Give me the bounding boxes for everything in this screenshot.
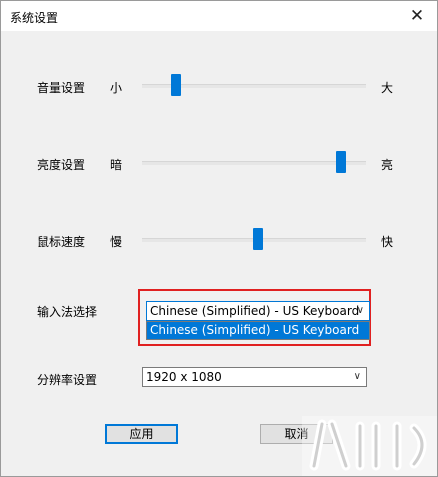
brightness-slider-thumb[interactable] [336,151,347,173]
resolution-label: 分辨率设置 [37,373,98,387]
brightness-max-label: 亮 [381,158,394,172]
mouse-speed-label: 鼠标速度 [37,235,86,249]
brightness-min-label: 暗 [110,158,123,172]
brightness-slider-track [142,161,366,165]
brightness-slider[interactable] [142,151,366,175]
resolution-selected-value: 1920 x 1080 [146,370,222,384]
input-method-select[interactable]: Chinese (Simplified) - US Keyboard ∨ [146,301,370,321]
input-method-selected-value: Chinese (Simplified) - US Keyboard [150,304,360,318]
apply-button[interactable]: 应用 [105,424,178,444]
volume-slider-thumb[interactable] [170,74,181,96]
resolution-select[interactable]: 1920 x 1080 ∨ [142,367,367,387]
settings-dialog: 系统设置 ✕ 音量设置 小 大 亮度设置 暗 亮 鼠标速度 慢 快 输入法选择 … [0,0,438,477]
dropdown-option[interactable]: Chinese (Simplified) - US Keyboard [150,323,359,337]
mouse-speed-slider[interactable] [142,228,366,252]
window-title: 系统设置 [10,11,59,25]
chevron-down-icon: ∨ [356,305,364,316]
volume-max-label: 大 [381,81,394,95]
brightness-label: 亮度设置 [37,158,86,172]
close-button[interactable]: ✕ [397,1,437,31]
volume-label: 音量设置 [37,81,86,95]
input-method-dropdown-list: Chinese (Simplified) - US Keyboard [146,321,370,340]
watermark-logo [302,416,437,476]
close-icon: ✕ [409,6,425,26]
title-bar: 系统设置 ✕ [1,1,437,31]
mouse-speed-slider-thumb[interactable] [253,228,264,250]
mouse-speed-max-label: 快 [381,235,394,249]
mouse-speed-min-label: 慢 [110,235,123,249]
volume-slider[interactable] [142,74,366,98]
input-method-label: 输入法选择 [37,305,98,319]
chevron-down-icon: ∨ [353,371,361,382]
volume-min-label: 小 [110,81,123,95]
